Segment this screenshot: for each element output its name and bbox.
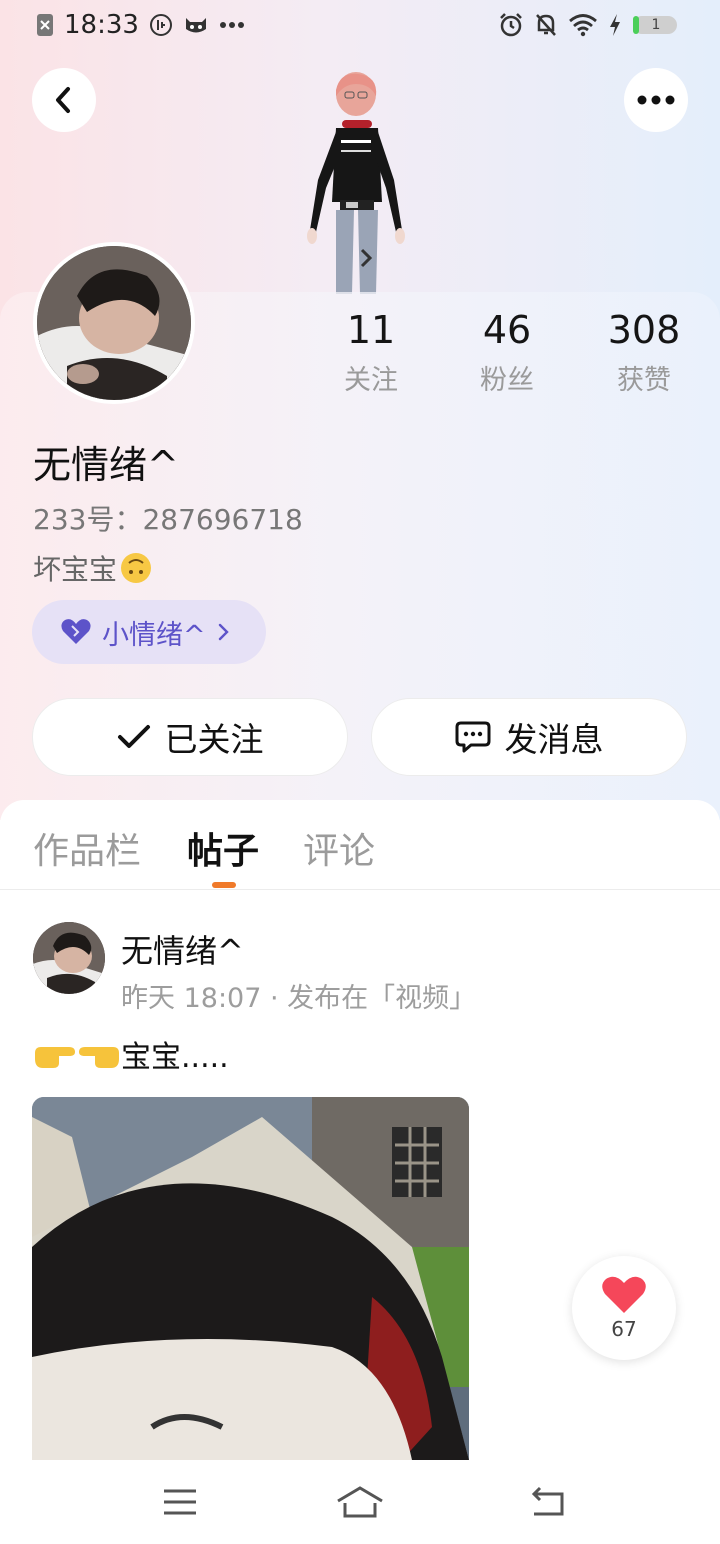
- post-author-avatar[interactable]: [33, 922, 105, 994]
- bell-off-icon: [534, 12, 558, 38]
- stat-followers[interactable]: 46 粉丝: [447, 308, 567, 397]
- post-video-thumbnail[interactable]: [32, 1097, 469, 1460]
- upside-down-face-emoji-icon: [119, 551, 153, 585]
- profile-uid: 233号：287696718: [33, 503, 303, 536]
- more-options-button[interactable]: [624, 68, 688, 132]
- stat-likes[interactable]: 308 获赞: [584, 308, 704, 397]
- profile-nickname: 无情绪^: [33, 443, 179, 487]
- stat-label: 获赞: [617, 365, 671, 396]
- alarm-icon: [498, 12, 524, 38]
- post-text: 宝宝.....: [33, 1032, 229, 1076]
- close-square-icon: [36, 13, 54, 37]
- pointing-right-hand-emoji-icon: [33, 1037, 77, 1071]
- stat-value: 11: [346, 308, 396, 352]
- tab-works[interactable]: 作品栏: [33, 822, 141, 874]
- tab-comments[interactable]: 评论: [303, 822, 375, 874]
- cat-face-icon: [183, 14, 209, 36]
- chat-bubble-icon: [455, 720, 491, 754]
- mood-tag-label: 小情绪^: [102, 619, 206, 651]
- profile-bio: 坏宝宝: [33, 548, 153, 588]
- message-label: 发消息: [504, 720, 604, 759]
- mood-tag-button[interactable]: 小情绪^: [32, 600, 266, 664]
- wifi-icon: [568, 13, 598, 37]
- post-author-name[interactable]: 无情绪^: [121, 926, 244, 972]
- check-icon: [117, 724, 151, 750]
- chevron-right-icon: [216, 622, 230, 642]
- chevron-left-icon: [53, 86, 75, 114]
- post-text-content: 宝宝.....: [121, 1040, 229, 1075]
- home-icon: [335, 1485, 385, 1519]
- status-time: 18:33: [64, 10, 139, 40]
- user-avatar[interactable]: [33, 242, 195, 404]
- active-tab-indicator: [212, 882, 236, 888]
- tabs-divider: [0, 889, 720, 890]
- battery-icon: 1: [632, 14, 680, 36]
- like-count: 67: [611, 1317, 637, 1341]
- more-horizontal-icon: [637, 95, 675, 105]
- stat-label: 关注: [344, 365, 398, 396]
- pointing-left-hand-emoji-icon: [77, 1037, 121, 1071]
- stat-label: 粉丝: [480, 365, 534, 396]
- send-message-button[interactable]: 发消息: [371, 698, 687, 776]
- system-navigation-bar: [0, 1460, 720, 1544]
- heart-icon: [601, 1275, 647, 1315]
- more-dots-icon: [219, 21, 245, 29]
- return-icon: [528, 1486, 568, 1518]
- nav-menu-button[interactable]: [150, 1478, 210, 1526]
- heart-icon: [60, 618, 92, 646]
- app-icon: [149, 13, 173, 37]
- menu-icon: [162, 1488, 198, 1516]
- stat-value: 46: [482, 308, 532, 352]
- status-bar: 18:33 1: [0, 0, 720, 56]
- stat-value: 308: [607, 308, 681, 352]
- post-meta: 昨天 18:07 · 发布在「视频」: [121, 983, 477, 1014]
- charging-icon: [608, 13, 622, 37]
- battery-level: 1: [651, 17, 661, 33]
- stat-following[interactable]: 11 关注: [311, 308, 431, 397]
- nav-home-button[interactable]: [330, 1478, 390, 1526]
- bio-text: 坏宝宝: [33, 553, 118, 586]
- nav-back-button[interactable]: [518, 1478, 578, 1526]
- like-button[interactable]: 67: [572, 1256, 676, 1360]
- back-button[interactable]: [32, 68, 96, 132]
- tab-posts[interactable]: 帖子: [187, 822, 259, 874]
- character-figure-image: [296, 70, 416, 294]
- follow-label: 已关注: [164, 720, 264, 759]
- follow-button[interactable]: 已关注: [32, 698, 348, 776]
